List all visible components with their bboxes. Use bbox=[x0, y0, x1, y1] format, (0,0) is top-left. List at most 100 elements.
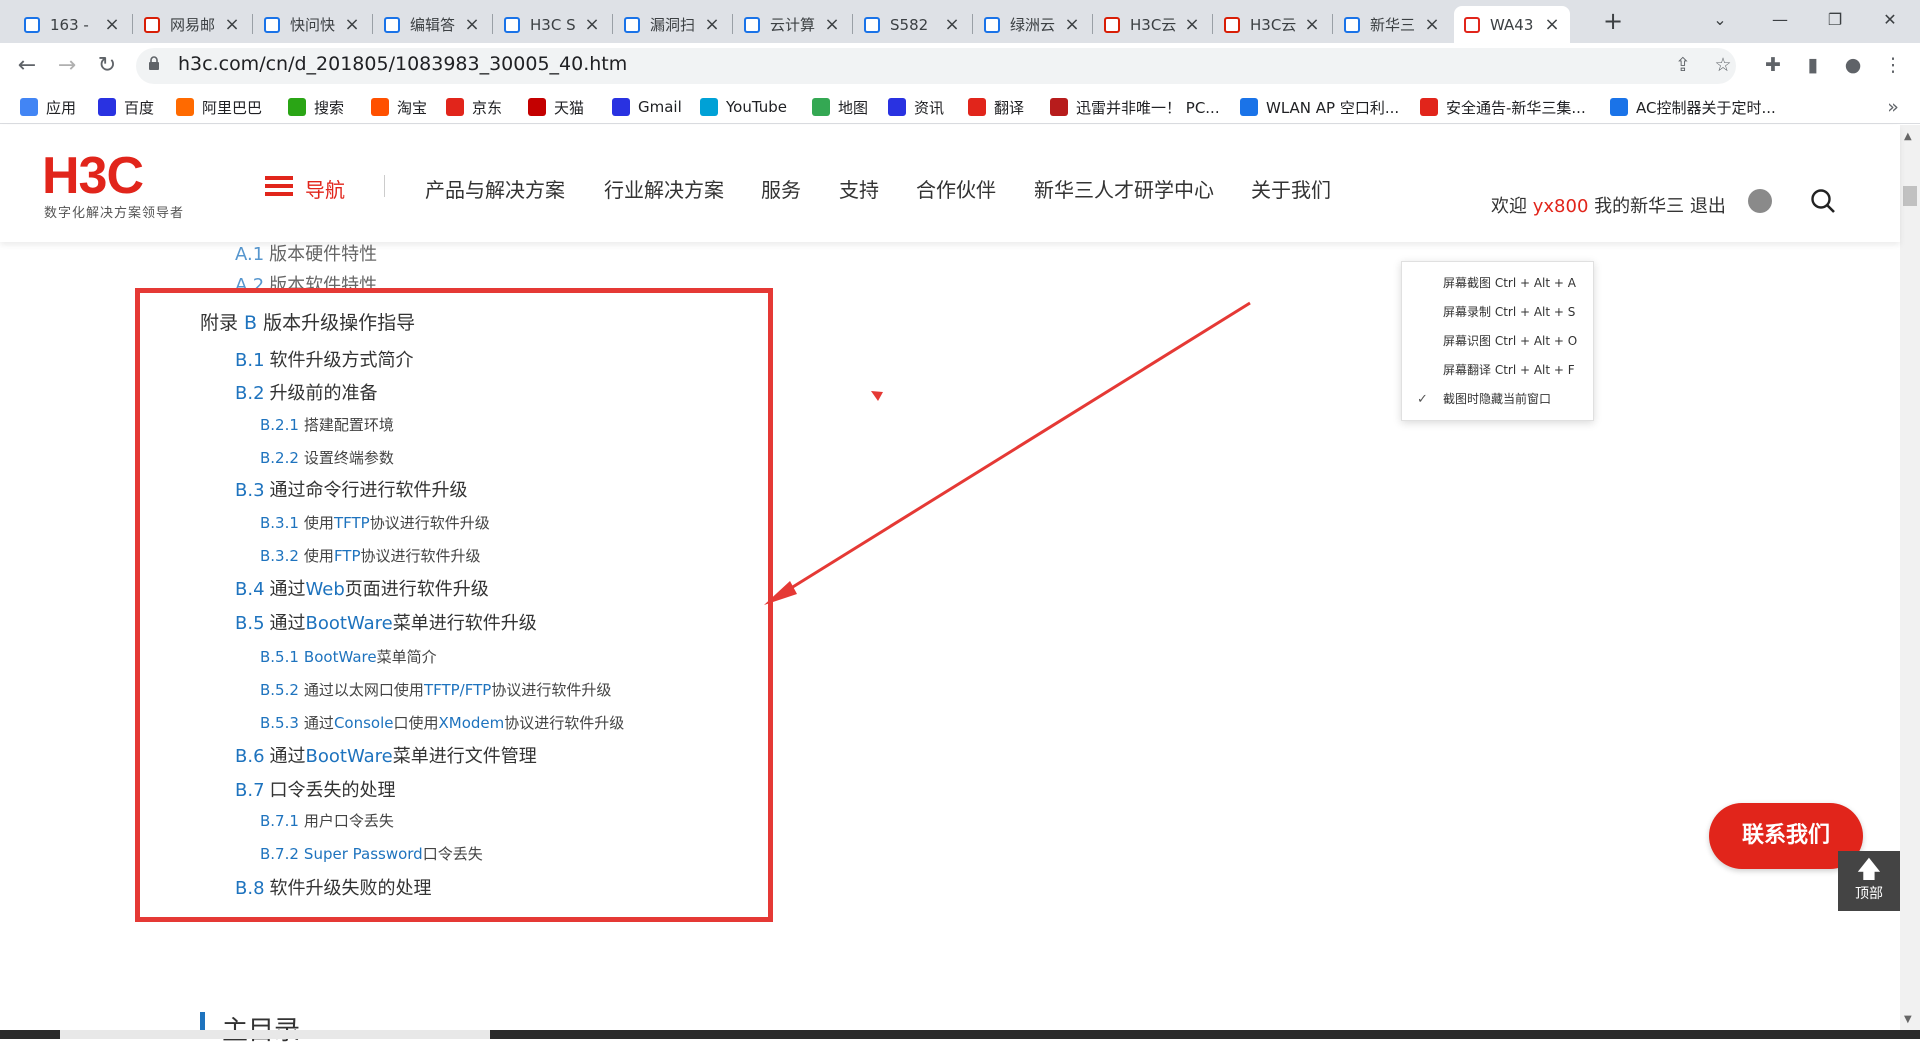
browser-tab[interactable]: H3C云 × bbox=[1214, 6, 1330, 43]
screenshot-menu-item[interactable]: 屏幕识图 Ctrl + Alt + O bbox=[1443, 332, 1577, 349]
browser-tab[interactable]: 绿洲云 × bbox=[974, 6, 1090, 43]
extensions-icon[interactable]: ✚ bbox=[1760, 52, 1786, 78]
url-text[interactable]: h3c.com/cn/d_201805/1083983_30005_40.htm bbox=[178, 53, 627, 75]
screenshot-menu-item[interactable]: 屏幕录制 Ctrl + Alt + S bbox=[1443, 303, 1575, 320]
minimize-button[interactable]: — bbox=[1750, 0, 1810, 40]
tab-close-icon[interactable]: × bbox=[1424, 14, 1440, 35]
star-icon[interactable]: ☆ bbox=[1710, 52, 1736, 78]
tab-strip: 163 - × 网易邮 × 快问快 × 编辑答 × H3C S × 漏洞扫 × 云计算 × S582 × 绿洲云… bbox=[0, 0, 1920, 43]
tab-close-icon[interactable]: × bbox=[1064, 14, 1080, 35]
tab-close-icon[interactable]: × bbox=[704, 14, 720, 35]
browser-tab[interactable]: 163 - × bbox=[14, 6, 130, 43]
tab-close-icon[interactable]: × bbox=[224, 14, 240, 35]
more-bookmarks-icon[interactable]: » bbox=[1880, 94, 1906, 120]
restore-button[interactable]: ❐ bbox=[1805, 0, 1865, 40]
bookmark-item[interactable]: 应用 bbox=[20, 96, 76, 118]
scroll-down-icon[interactable]: ▼ bbox=[1904, 1014, 1912, 1025]
nav-item[interactable]: 新华三人才研学中心 bbox=[1034, 174, 1214, 203]
reload-button[interactable]: ↻ bbox=[92, 51, 122, 81]
bookmark-item[interactable]: AC控制器关于定时... bbox=[1610, 96, 1776, 118]
nav-item[interactable]: 关于我们 bbox=[1251, 174, 1331, 203]
forward-button[interactable]: → bbox=[52, 51, 82, 81]
bookmark-label: WLAN AP 空口利... bbox=[1266, 98, 1400, 117]
new-tab-button[interactable]: + bbox=[1598, 6, 1628, 36]
taskbar-search[interactable] bbox=[60, 1030, 490, 1039]
bing-icon bbox=[24, 16, 40, 33]
tab-separator bbox=[1332, 14, 1333, 34]
apps-icon bbox=[20, 98, 38, 116]
browser-tab[interactable]: H3C云 × bbox=[1094, 6, 1210, 43]
tab-close-icon[interactable]: × bbox=[1544, 14, 1560, 35]
back-to-top-button[interactable]: 🡅 顶部 bbox=[1838, 851, 1900, 911]
browser-tab[interactable]: S582 × bbox=[854, 6, 970, 43]
doc-icon bbox=[744, 16, 760, 33]
nav-item[interactable]: 合作伙伴 bbox=[916, 174, 996, 203]
browser-tab[interactable]: H3C S × bbox=[494, 6, 610, 43]
tab-title: 漏洞扫 bbox=[650, 16, 696, 34]
browser-tab[interactable]: 网易邮 × bbox=[134, 6, 250, 43]
bookmark-item[interactable]: 迅雷并非唯一！ PC... bbox=[1050, 96, 1220, 118]
tab-close-icon[interactable]: × bbox=[464, 14, 480, 35]
bookmark-item[interactable]: 淘宝 bbox=[371, 96, 427, 118]
globe-icon[interactable] bbox=[1748, 189, 1772, 213]
tab-close-icon[interactable]: × bbox=[944, 14, 960, 35]
search-icon[interactable] bbox=[1810, 188, 1836, 214]
screenshot-menu-item[interactable]: 截图时隐藏当前窗口 bbox=[1443, 390, 1551, 407]
share-icon[interactable]: ⇪ bbox=[1670, 52, 1696, 78]
scroll-up-icon[interactable]: ▲ bbox=[1904, 131, 1912, 142]
nav-item[interactable]: 服务 bbox=[761, 174, 801, 203]
tab-close-icon[interactable]: × bbox=[104, 14, 120, 35]
bookmark-item[interactable]: YouTube bbox=[700, 96, 787, 118]
username-link[interactable]: yx800 bbox=[1533, 196, 1589, 217]
screenshot-menu-item[interactable]: 屏幕翻译 Ctrl + Alt + F bbox=[1443, 361, 1575, 378]
browser-tab[interactable]: 漏洞扫 × bbox=[614, 6, 730, 43]
hamburger-icon[interactable] bbox=[265, 176, 293, 196]
side-panel-icon[interactable]: ▮ bbox=[1800, 52, 1826, 78]
welcome-area: 欢迎 yx800 我的新华三 退出 bbox=[1491, 192, 1726, 218]
doc-icon bbox=[504, 16, 520, 33]
bookmark-item[interactable]: WLAN AP 空口利... bbox=[1240, 96, 1399, 118]
youdao-icon bbox=[968, 98, 986, 116]
bookmark-item[interactable]: 安全通告-新华三集... bbox=[1420, 96, 1586, 118]
nav-item[interactable]: 行业解决方案 bbox=[604, 174, 724, 203]
bookmark-item[interactable]: 天猫 bbox=[528, 96, 584, 118]
tab-close-icon[interactable]: × bbox=[1184, 14, 1200, 35]
bookmark-item[interactable]: 京东 bbox=[446, 96, 502, 118]
bookmark-item[interactable]: Gmail bbox=[612, 96, 682, 118]
my-h3c-link[interactable]: 我的新华三 bbox=[1594, 196, 1684, 217]
back-button[interactable]: ← bbox=[12, 51, 42, 81]
annotation-arrow-line bbox=[774, 301, 1251, 600]
tab-close-icon[interactable]: × bbox=[584, 14, 600, 35]
browser-tab[interactable]: 快问快 × bbox=[254, 6, 370, 43]
screenshot-menu-item[interactable]: 屏幕截图 Ctrl + Alt + A bbox=[1443, 274, 1576, 291]
bookmark-item[interactable]: 百度 bbox=[98, 96, 154, 118]
browser-tab[interactable]: 云计算 × bbox=[734, 6, 850, 43]
tab-close-icon[interactable]: × bbox=[1304, 14, 1320, 35]
red-flag-icon bbox=[1050, 98, 1068, 116]
bookmark-label: 迅雷并非唯一！ PC... bbox=[1076, 98, 1220, 117]
h3c-logo[interactable]: H3C bbox=[42, 150, 144, 202]
nav-item[interactable]: 支持 bbox=[839, 174, 879, 203]
toc-link-A-1[interactable]: A.1 版本硬件特性 bbox=[235, 240, 377, 266]
scrollbar-thumb[interactable] bbox=[1903, 186, 1917, 206]
bookmark-item[interactable]: 地图 bbox=[812, 96, 868, 118]
page-scrollbar[interactable] bbox=[1900, 125, 1920, 1030]
menu-dots-icon[interactable]: ⋮ bbox=[1880, 52, 1906, 78]
bookmark-item[interactable]: 阿里巴巴 bbox=[176, 96, 262, 118]
tab-search-icon[interactable]: ⌄ bbox=[1690, 0, 1750, 40]
bookmark-item[interactable]: 搜索 bbox=[288, 96, 344, 118]
profile-icon[interactable]: ● bbox=[1840, 52, 1866, 78]
browser-tab[interactable]: 新华三 × bbox=[1334, 6, 1450, 43]
nav-menu-label[interactable]: 导航 bbox=[305, 174, 345, 203]
nav-item[interactable]: 产品与解决方案 bbox=[425, 174, 565, 203]
bookmark-item[interactable]: 翻译 bbox=[968, 96, 1024, 118]
close-window-button[interactable]: ✕ bbox=[1860, 0, 1920, 40]
tab-close-icon[interactable]: × bbox=[824, 14, 840, 35]
toc-text: 版本硬件特性 bbox=[269, 244, 378, 265]
browser-tab[interactable]: WA43 × bbox=[1454, 6, 1570, 43]
logout-link[interactable]: 退出 bbox=[1690, 196, 1726, 217]
tab-close-icon[interactable]: × bbox=[344, 14, 360, 35]
browser-tab[interactable]: 编辑答 × bbox=[374, 6, 490, 43]
bookmark-label: 安全通告-新华三集... bbox=[1446, 98, 1586, 117]
bookmark-item[interactable]: 资讯 bbox=[888, 96, 944, 118]
